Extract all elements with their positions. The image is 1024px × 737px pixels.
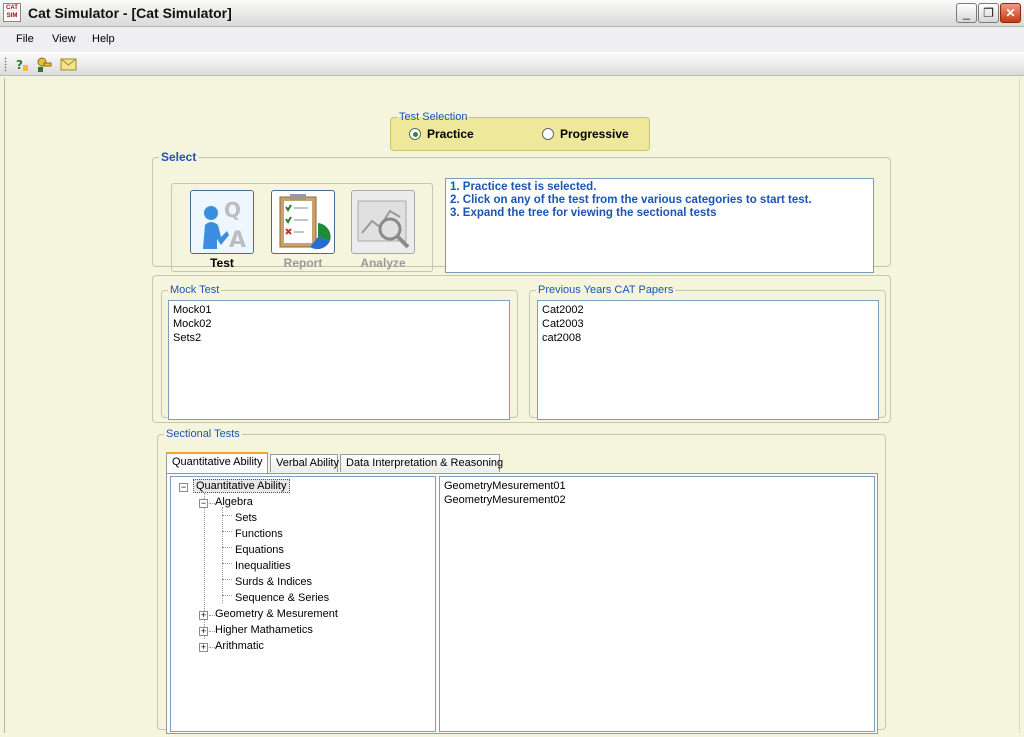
tree-node-arithmatic[interactable]: Arithmatic	[215, 639, 264, 654]
test-tile-label: Test	[210, 256, 234, 270]
tree-node-leaf[interactable]: Sets	[235, 511, 257, 526]
list-item[interactable]: GeometryMesurement02	[444, 493, 870, 507]
minimize-icon[interactable]: _	[956, 3, 977, 23]
practice-radio[interactable]: Practice	[409, 127, 474, 141]
close-icon[interactable]: ✕	[1000, 3, 1021, 23]
report-tile-button[interactable]: Report	[271, 190, 335, 270]
instruction-line: 1. Practice test is selected.	[450, 181, 597, 193]
previous-papers-list[interactable]: Cat2002 Cat2003 cat2008	[537, 300, 879, 420]
svg-text:?: ?	[16, 58, 23, 72]
tab-verbal-ability[interactable]: Verbal Ability	[270, 454, 339, 472]
list-item[interactable]: Cat2003	[542, 317, 874, 331]
tree-node-higher-math[interactable]: Higher Mathametics	[215, 623, 313, 638]
collapse-icon[interactable]: −	[199, 499, 208, 508]
sectional-tests-group: Sectional Tests Quantitative Ability Ver…	[157, 428, 886, 734]
tree-node-leaf[interactable]: Sequence & Series	[235, 591, 329, 606]
window-title: Cat Simulator - [Cat Simulator]	[28, 5, 232, 21]
key-icon[interactable]	[36, 56, 53, 73]
collapse-icon[interactable]: −	[179, 483, 188, 492]
tree-node-leaf[interactable]: Equations	[235, 543, 284, 558]
sectional-tests-legend: Sectional Tests	[166, 428, 240, 440]
report-clipboard-icon	[271, 190, 335, 254]
tree-node-root-label: Quantitative Ability	[193, 479, 290, 493]
tree-node-leaf[interactable]: Inequalities	[235, 559, 291, 574]
menu-bar: File View Help	[0, 27, 1024, 52]
analyze-tile-button[interactable]: Analyze	[351, 190, 415, 270]
test-selection-group: Test Selection Practice Progressive	[390, 111, 650, 151]
select-tiles-panel: Q A Test Report Analyze	[171, 183, 433, 272]
progressive-radio[interactable]: Progressive	[542, 127, 629, 141]
mock-test-group: Mock Test Mock01 Mock02 Sets2	[161, 284, 518, 420]
radio-selected-icon	[409, 128, 421, 140]
report-tile-label: Report	[283, 256, 323, 270]
test-selection-legend: Test Selection	[399, 111, 468, 123]
toolbar: ?	[0, 52, 1024, 76]
expand-icon[interactable]: +	[199, 627, 208, 636]
menu-help[interactable]: Help	[92, 33, 115, 45]
tab-quantitative-ability[interactable]: Quantitative Ability	[166, 452, 268, 473]
tree-node-leaf[interactable]: Surds & Indices	[235, 575, 312, 590]
mock-test-list[interactable]: Mock01 Mock02 Sets2	[168, 300, 510, 420]
toolbar-grip[interactable]	[4, 57, 7, 72]
app-logo-icon: CAT SIM	[3, 3, 21, 22]
envelope-icon[interactable]	[60, 56, 77, 73]
menu-view[interactable]: View	[52, 33, 76, 45]
tree-node-algebra[interactable]: Algebra	[215, 495, 253, 510]
test-tile-button[interactable]: Q A Test	[190, 190, 254, 270]
list-item[interactable]: Sets2	[173, 331, 505, 345]
list-item[interactable]: Mock02	[173, 317, 505, 331]
restore-icon[interactable]: ❐	[978, 3, 999, 23]
svg-text:A: A	[229, 228, 246, 253]
list-item[interactable]: cat2008	[542, 331, 874, 345]
analyze-chart-icon	[351, 190, 415, 254]
svg-text:Q: Q	[224, 198, 241, 222]
instructions-box: 1. Practice test is selected. 2. Click o…	[445, 178, 874, 273]
mock-test-legend: Mock Test	[170, 284, 220, 296]
previous-papers-legend: Previous Years CAT Papers	[538, 284, 674, 296]
title-bar: CAT SIM Cat Simulator - [Cat Simulator] …	[0, 0, 1024, 27]
instruction-line: 3. Expand the tree for viewing the secti…	[450, 207, 717, 219]
progressive-label: Progressive	[560, 127, 629, 141]
list-item[interactable]: Cat2002	[542, 303, 874, 317]
tree-node-geometry[interactable]: Geometry & Mesurement	[215, 607, 338, 622]
radio-unselected-icon	[542, 128, 554, 140]
help-icon[interactable]: ?	[13, 56, 30, 73]
list-item[interactable]: GeometryMesurement01	[444, 479, 870, 493]
tab-data-interpretation[interactable]: Data Interpretation & Reasoning	[340, 454, 503, 472]
tree-node-leaf[interactable]: Functions	[235, 527, 283, 542]
tab-panel: − Quantitative Ability − Algebra Sets Fu…	[166, 473, 878, 734]
analyze-tile-label: Analyze	[360, 256, 406, 270]
tests-lists-group: Mock Test Mock01 Mock02 Sets2 Previous Y…	[152, 275, 891, 423]
menu-file[interactable]: File	[16, 33, 34, 45]
select-group: Select Q A Test Report Analyze 1. Practi…	[152, 150, 891, 273]
practice-label: Practice	[427, 127, 474, 141]
select-legend: Select	[161, 150, 197, 164]
expand-icon[interactable]: +	[199, 643, 208, 652]
expand-icon[interactable]: +	[199, 611, 208, 620]
tree-node-root[interactable]: Quantitative Ability	[193, 479, 290, 494]
topics-tree[interactable]: − Quantitative Ability − Algebra Sets Fu…	[170, 476, 436, 732]
list-item[interactable]: Mock01	[173, 303, 505, 317]
test-figure-icon: Q A	[190, 190, 254, 254]
previous-papers-group: Previous Years CAT Papers Cat2002 Cat200…	[529, 284, 886, 420]
instruction-line: 2. Click on any of the test from the var…	[450, 194, 812, 206]
sectional-results-list[interactable]: GeometryMesurement01 GeometryMesurement0…	[439, 476, 875, 732]
